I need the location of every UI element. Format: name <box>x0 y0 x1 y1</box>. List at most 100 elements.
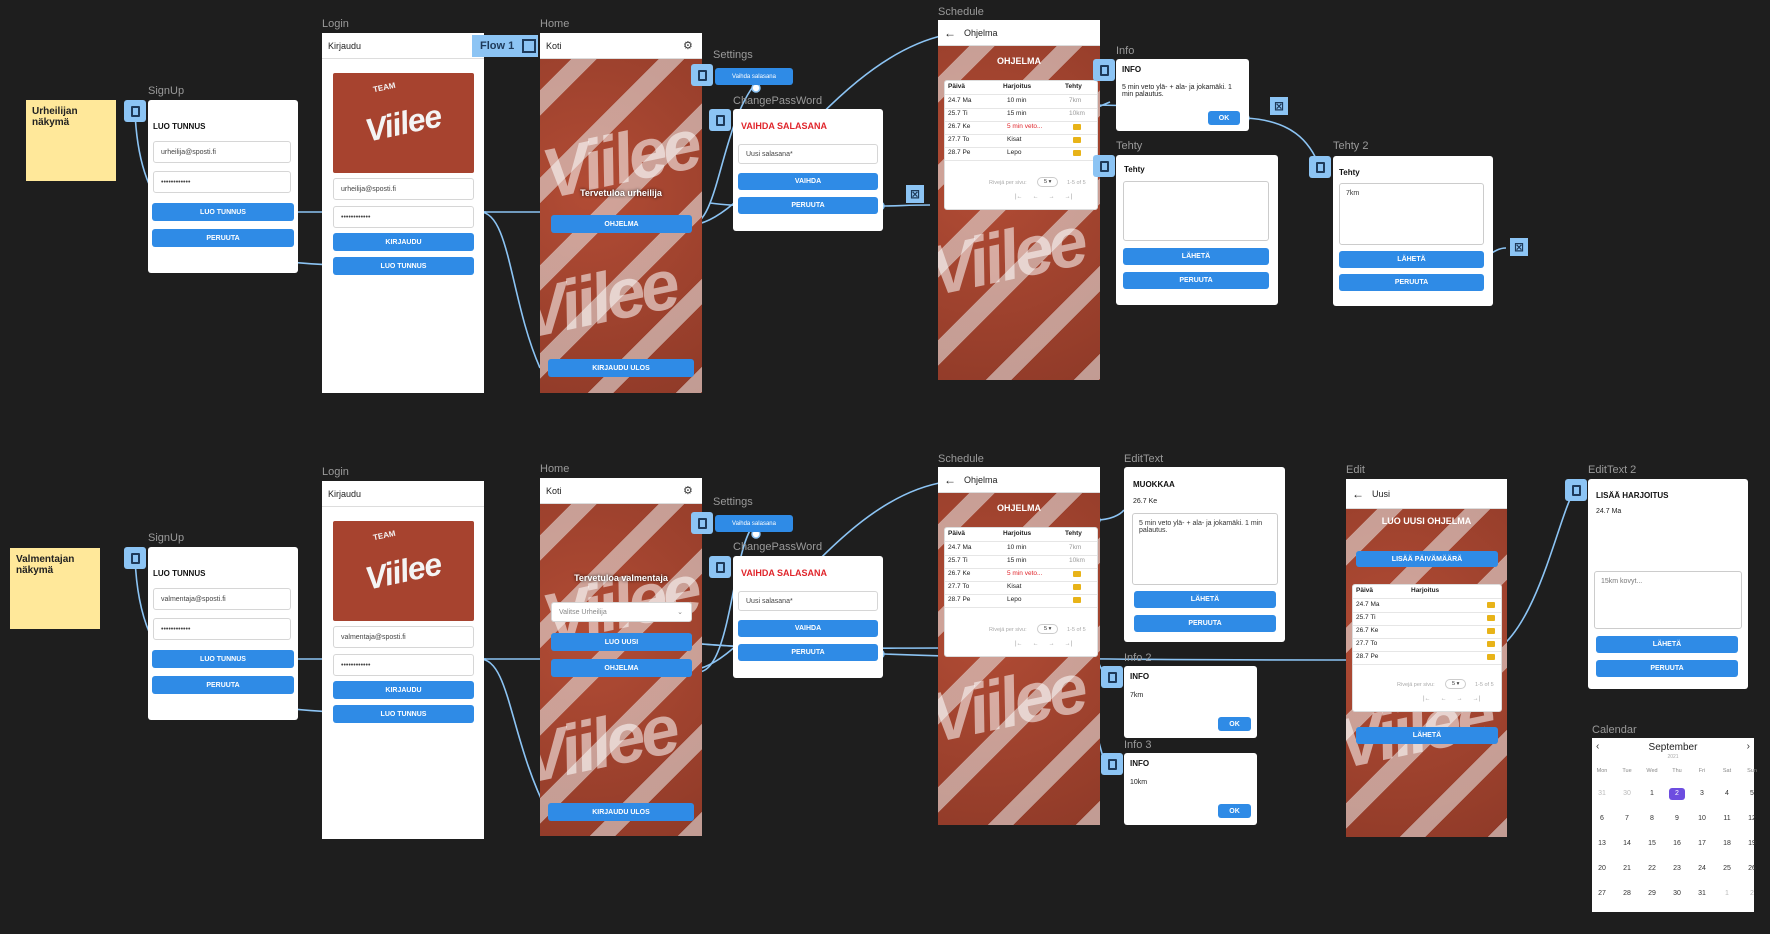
exercise-cell[interactable]: 10 min <box>1007 544 1027 551</box>
exercise-cell[interactable]: Lepo <box>1007 149 1021 156</box>
table-row[interactable]: 26.7 Ke <box>1353 625 1501 639</box>
comment-icon[interactable] <box>1073 137 1081 143</box>
table-row[interactable]: 26.7 Ke 5 min veto... <box>945 121 1097 135</box>
ok-button[interactable]: OK <box>1218 804 1251 818</box>
calendar-day[interactable]: 20 <box>1594 863 1610 875</box>
rows-per-page-select[interactable]: 5 ▾ <box>1037 177 1059 187</box>
cancel-button[interactable]: PERUUTA <box>1134 615 1276 632</box>
calendar-day[interactable]: 6 <box>1594 813 1610 825</box>
calendar-day[interactable]: 5 <box>1744 788 1760 800</box>
calendar-day[interactable]: 11 <box>1719 813 1735 825</box>
calendar-day[interactable]: 31 <box>1594 788 1610 800</box>
comment-icon[interactable] <box>1487 641 1495 647</box>
create-account-button[interactable]: LUO TUNNUS <box>333 705 474 723</box>
calendar-day[interactable]: 2 <box>1744 888 1760 900</box>
password-field[interactable]: •••••••••••• <box>153 171 291 193</box>
calendar-day[interactable]: 31 <box>1694 888 1710 900</box>
exercise-cell[interactable]: 5 min veto... <box>1007 123 1042 130</box>
email-field[interactable]: valmentaja@sposti.fi <box>153 588 291 610</box>
table-row[interactable]: 28.7 Pe Lepo <box>945 147 1097 161</box>
send-button[interactable]: LÄHETÄ <box>1356 727 1498 744</box>
exercise-cell[interactable]: 15 min <box>1007 557 1027 564</box>
cancel-button[interactable]: PERUUTA <box>1339 274 1484 291</box>
exercise-cell[interactable]: Kisat <box>1007 136 1021 143</box>
athlete-select[interactable]: Valitse Urheilija ⌄ <box>551 602 692 622</box>
table-row[interactable]: 27.7 To <box>1353 638 1501 652</box>
logout-button[interactable]: KIRJAUDU ULOS <box>548 803 694 821</box>
frame-handle[interactable] <box>691 512 713 534</box>
exercise-cell[interactable]: Lepo <box>1007 596 1021 603</box>
cancel-button[interactable]: PERUUTA <box>738 644 878 661</box>
table-row[interactable]: 24.7 Ma 10 min 7km <box>945 542 1097 556</box>
calendar-day[interactable]: 12 <box>1744 813 1760 825</box>
chevron-right-icon[interactable]: › <box>1747 741 1750 752</box>
close-overlay-icon[interactable]: ⊠ <box>906 185 924 203</box>
calendar-day[interactable]: 3 <box>1694 788 1710 800</box>
exercise-cell[interactable]: 10 min <box>1007 97 1027 104</box>
frame-handle[interactable] <box>1101 666 1123 688</box>
last-page-icon[interactable]: →| <box>1065 641 1073 647</box>
table-row[interactable]: 28.7 Pe Lepo <box>945 594 1097 608</box>
ok-button[interactable]: OK <box>1218 717 1251 731</box>
done-textarea[interactable] <box>1123 181 1269 241</box>
calendar-day[interactable]: 8 <box>1644 813 1660 825</box>
password-field[interactable]: •••••••••••• <box>153 618 291 640</box>
cancel-button[interactable]: PERUUTA <box>1123 272 1269 289</box>
prev-page-icon[interactable]: ← <box>1033 641 1039 647</box>
comment-icon[interactable] <box>1073 124 1081 130</box>
exercise-textarea[interactable]: 15km kovyt... <box>1594 571 1742 629</box>
calendar-day[interactable]: 9 <box>1669 813 1685 825</box>
send-button[interactable]: LÄHETÄ <box>1596 636 1738 653</box>
next-page-icon[interactable]: → <box>1049 194 1055 200</box>
table-row[interactable]: 28.7 Pe <box>1353 651 1501 665</box>
calendar-day[interactable]: 15 <box>1644 838 1660 850</box>
rows-per-page-select[interactable]: 5 ▾ <box>1037 624 1059 634</box>
comment-icon[interactable] <box>1073 597 1081 603</box>
rows-per-page-select[interactable]: 5 ▾ <box>1445 679 1467 689</box>
last-page-icon[interactable]: →| <box>1473 696 1481 702</box>
change-password-menu-item[interactable]: Vaihda salasana <box>715 515 793 532</box>
calendar-day[interactable]: 4 <box>1719 788 1735 800</box>
ok-button[interactable]: OK <box>1208 111 1240 125</box>
last-page-icon[interactable]: →| <box>1065 194 1073 200</box>
calendar-day[interactable]: 27 <box>1594 888 1610 900</box>
new-password-field[interactable]: Uusi salasana* <box>738 144 878 164</box>
login-button[interactable]: KIRJAUDU <box>333 233 474 251</box>
email-field[interactable]: urheilija@sposti.fi <box>153 141 291 163</box>
exercise-cell[interactable]: 5 min veto... <box>1007 570 1042 577</box>
comment-icon[interactable] <box>1073 584 1081 590</box>
prev-page-icon[interactable]: ← <box>1441 696 1447 702</box>
cancel-button[interactable]: PERUUTA <box>738 197 878 214</box>
cancel-button[interactable]: PERUUTA <box>1596 660 1738 677</box>
table-row[interactable]: 26.7 Ke 5 min veto... <box>945 568 1097 582</box>
frame-handle[interactable] <box>1093 155 1115 177</box>
flow-badge[interactable]: Flow 1 <box>472 35 538 57</box>
cancel-button[interactable]: PERUUTA <box>152 229 294 247</box>
back-arrow-icon[interactable]: ← <box>944 26 956 40</box>
logout-button[interactable]: KIRJAUDU ULOS <box>548 359 694 377</box>
calendar-day[interactable]: 1 <box>1719 888 1735 900</box>
change-button[interactable]: VAIHDA <box>738 173 878 190</box>
back-arrow-icon[interactable]: ← <box>944 473 956 487</box>
gear-icon[interactable]: ⚙ <box>683 484 693 497</box>
table-row[interactable]: 24.7 Ma <box>1353 599 1501 613</box>
exercise-textarea[interactable]: 5 min veto ylä- + ala- ja jokamäki. 1 mi… <box>1132 513 1278 585</box>
table-row[interactable]: 25.7 Ti 15 min 10km <box>945 555 1097 569</box>
calendar-day[interactable]: 21 <box>1619 863 1635 875</box>
table-row[interactable]: 25.7 Ti 15 min 10km <box>945 108 1097 122</box>
send-button[interactable]: LÄHETÄ <box>1123 248 1269 265</box>
table-row[interactable]: 27.7 To Kisat <box>945 134 1097 148</box>
create-new-button[interactable]: LUO UUSI <box>551 633 692 651</box>
frame-handle[interactable] <box>709 109 731 131</box>
password-field[interactable]: •••••••••••• <box>333 206 474 228</box>
done-textarea[interactable]: 7km <box>1339 183 1484 245</box>
calendar-day[interactable]: 1 <box>1644 788 1660 800</box>
frame-handle[interactable] <box>1565 479 1587 501</box>
table-row[interactable]: 24.7 Ma 10 min 7km <box>945 95 1097 109</box>
table-row[interactable]: 25.7 Ti <box>1353 612 1501 626</box>
calendar-day[interactable]: 30 <box>1669 888 1685 900</box>
calendar-day[interactable]: 25 <box>1719 863 1735 875</box>
calendar-day[interactable]: 19 <box>1744 838 1760 850</box>
first-page-icon[interactable]: |← <box>1015 194 1023 200</box>
calendar-day[interactable]: 23 <box>1669 863 1685 875</box>
